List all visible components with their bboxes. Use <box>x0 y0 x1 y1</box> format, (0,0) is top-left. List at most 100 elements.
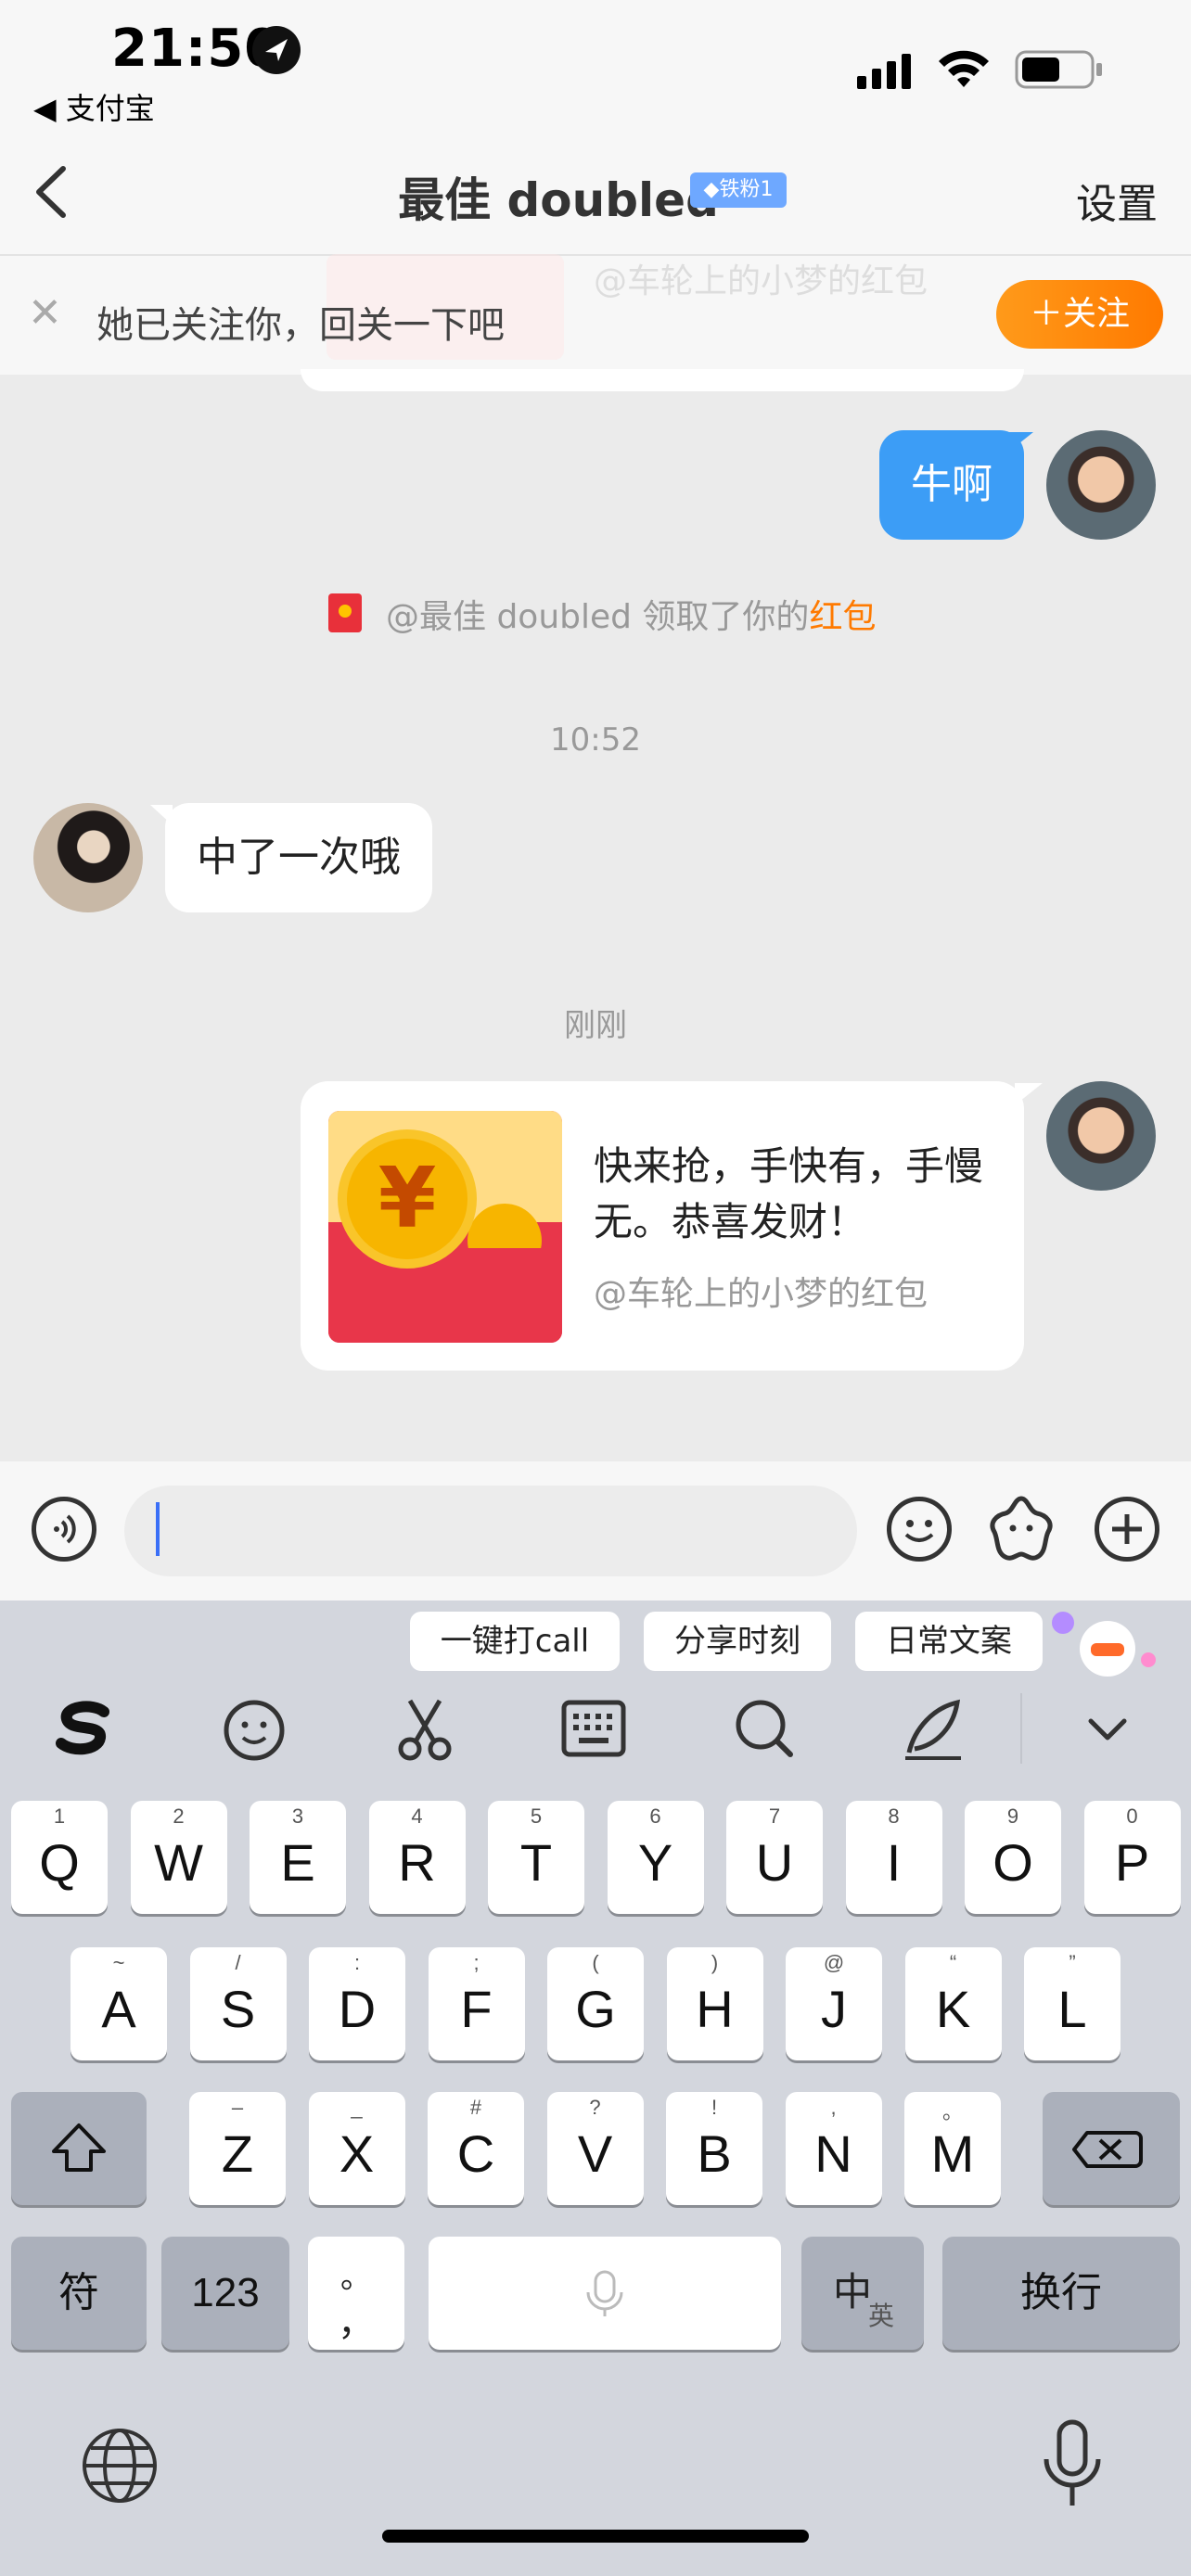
key-hint: @ <box>823 1951 845 1974</box>
key-t[interactable]: 5T <box>488 1801 584 1914</box>
scissors-icon[interactable] <box>388 1691 462 1766</box>
numbers-key-label: 123 <box>191 2270 260 2315</box>
red-packet-link[interactable]: 红包 <box>809 598 876 636</box>
key-l[interactable]: ” L <box>1024 1947 1121 2060</box>
key-letter: I <box>886 1833 902 1892</box>
key-g[interactable]: (G <box>547 1947 644 2060</box>
key-letter: V <box>577 2124 613 2183</box>
key-hint: 5 <box>530 1804 543 1828</box>
key-c[interactable]: # C <box>428 2092 524 2205</box>
handwriting-pen-icon[interactable] <box>896 1691 970 1766</box>
key-letter: T <box>519 1833 553 1892</box>
cellular-signal-icon <box>857 52 918 89</box>
voice-wave-icon[interactable] <box>32 1497 96 1562</box>
key-y[interactable]: 6Y <box>607 1801 704 1914</box>
symbols-key[interactable]: 符 <box>11 2237 147 2350</box>
symbols-key-label: 符 <box>58 2270 99 2315</box>
keyboard-layout-icon[interactable] <box>557 1691 631 1766</box>
location-arrow-icon <box>252 26 301 74</box>
key-letter: E <box>280 1833 315 1892</box>
key-p[interactable]: 0P <box>1083 1801 1181 1914</box>
sticker-star-icon[interactable] <box>985 1493 1057 1565</box>
key-hint: 2 <box>173 1804 185 1828</box>
smiley-icon[interactable] <box>887 1497 952 1562</box>
space-key[interactable] <box>429 2237 781 2350</box>
sogou-logo-icon[interactable] <box>46 1691 121 1766</box>
red-packet-sender: @车轮上的小梦的红包 <box>594 1275 928 1313</box>
key-hint: # <box>469 2096 482 2119</box>
key-k[interactable]: “K <box>904 1947 1002 2060</box>
incoming-message-bubble[interactable]: 中了一次哦 <box>165 803 432 912</box>
timestamp: 刚刚 <box>564 1007 627 1044</box>
suggestion-chip[interactable]: 一键打call <box>410 1612 620 1671</box>
key-s[interactable]: / S <box>189 1947 287 2060</box>
key-hint: , <box>830 2096 837 2119</box>
key-m[interactable]: 。 M <box>904 2092 1001 2205</box>
key-z[interactable]: – Z <box>189 2092 286 2205</box>
collapse-keyboard-chevron-icon[interactable] <box>1070 1691 1145 1766</box>
key-hint: 。 <box>941 2100 963 2123</box>
back-to-app-link[interactable]: ◀ 支付宝 <box>33 85 155 128</box>
settings-button[interactable]: 设置 <box>1076 171 1158 230</box>
shift-key[interactable] <box>11 2092 147 2205</box>
key-hint: _ <box>351 2096 363 2119</box>
key-letter: L <box>1057 1980 1087 2038</box>
backspace-key[interactable] <box>1043 2092 1180 2205</box>
plus-circle-icon[interactable] <box>1095 1497 1159 1562</box>
key-i[interactable]: 8I <box>845 1801 942 1914</box>
key-a[interactable]: ~ A <box>70 1947 167 2060</box>
my-avatar[interactable] <box>1046 430 1156 540</box>
language-switch-key[interactable]: 中 英 <box>801 2237 924 2350</box>
emoji-keyboard-icon[interactable] <box>217 1691 291 1766</box>
numbers-key[interactable]: 123 <box>161 2237 289 2350</box>
enter-key-label: 换行 <box>1020 2270 1102 2315</box>
suggestion-chip[interactable]: 日常文案 <box>855 1612 1043 1671</box>
key-hint: 0 <box>1126 1804 1138 1828</box>
contact-avatar[interactable] <box>33 803 143 912</box>
key-v[interactable]: ? V <box>546 2092 644 2205</box>
key-letter: G <box>575 1980 616 2038</box>
key-hint: : <box>353 1951 361 1974</box>
enter-key[interactable]: 换行 <box>942 2237 1180 2350</box>
message-input[interactable] <box>124 1486 857 1576</box>
fan-level-badge: ◆铁粉1 <box>690 172 787 208</box>
key-letter: R <box>398 1833 436 1892</box>
key-hint: 9 <box>1006 1804 1019 1828</box>
home-indicator[interactable] <box>382 2530 809 2543</box>
key-o[interactable]: 9O <box>965 1801 1061 1914</box>
key-letter: Q <box>39 1833 80 1892</box>
wifi-icon <box>937 46 991 91</box>
key-n[interactable]: ,N <box>785 2092 882 2205</box>
key-letter: P <box>1114 1833 1150 1892</box>
search-icon[interactable] <box>727 1691 801 1766</box>
key-r[interactable]: 4R <box>368 1801 466 1914</box>
language-sub: 英 <box>868 2302 895 2330</box>
my-avatar[interactable] <box>1046 1081 1156 1191</box>
key-w[interactable]: 2W <box>130 1801 227 1914</box>
dictation-microphone-icon[interactable] <box>1035 2417 1109 2513</box>
key-letter: Z <box>221 2124 254 2183</box>
globe-icon[interactable] <box>78 2424 161 2507</box>
key-u[interactable]: 7U <box>726 1801 823 1914</box>
key-q[interactable]: 1Q <box>11 1801 108 1914</box>
suggestion-chip[interactable]: 分享时刻 <box>644 1612 831 1671</box>
key-hint: 8 <box>888 1804 900 1828</box>
assistant-mascot-icon[interactable] <box>1050 1600 1161 1684</box>
follow-prompt-text: 她已关注你，回关一下吧 <box>96 304 505 347</box>
close-icon[interactable]: ✕ <box>28 289 62 337</box>
follow-back-button[interactable]: ＋关注 <box>996 280 1163 349</box>
chat-title: 最佳 doubled <box>0 163 1191 230</box>
outgoing-message-bubble[interactable]: 牛啊 <box>879 430 1024 540</box>
microphone-icon <box>586 2270 623 2316</box>
key-j[interactable]: @ J <box>786 1947 882 2060</box>
key-f[interactable]: ; F <box>428 1947 525 2060</box>
key-hint: ( <box>592 1951 599 1974</box>
key-d[interactable]: :D <box>309 1947 405 2060</box>
punctuation-key[interactable]: 。 ， <box>308 2237 404 2350</box>
key-e[interactable]: 3E <box>250 1801 346 1914</box>
key-b[interactable]: ! B <box>666 2092 762 2205</box>
key-letter: H <box>696 1980 734 2038</box>
key-h[interactable]: ) H <box>666 1947 763 2060</box>
key-x[interactable]: _ X <box>308 2092 405 2205</box>
bubble-tail <box>1005 432 1033 454</box>
